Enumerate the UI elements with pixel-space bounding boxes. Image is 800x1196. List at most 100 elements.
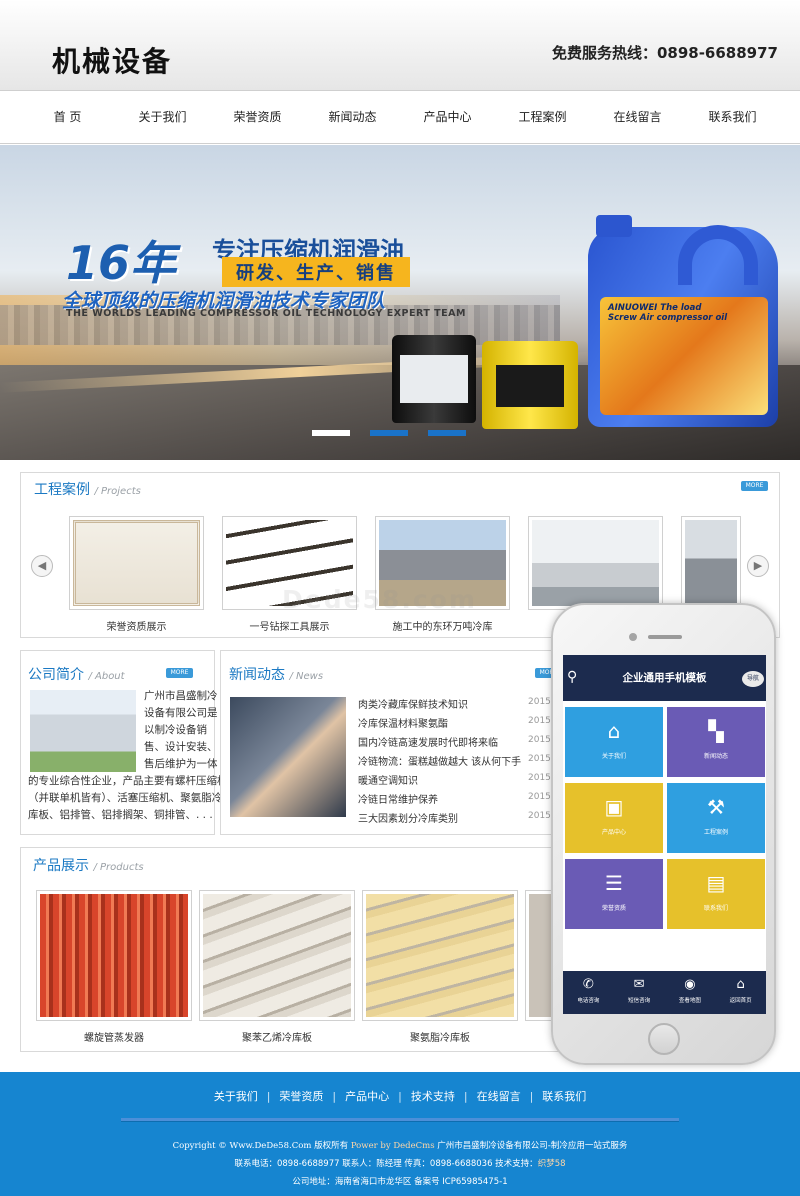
phone-home-button[interactable] <box>648 1023 680 1055</box>
footer-copyright: Copyright © Www.DeDe58.Com 版权所有 Power by… <box>172 1141 628 1151</box>
news-item[interactable]: 冷链物流：蛋糕越做越大 该从何下手 <box>358 753 521 768</box>
slider-dot-2[interactable] <box>370 430 408 436</box>
footer-contact: 联系电话：0898-6688977 联系人：陈经理 传真：0898-668803… <box>234 1159 566 1169</box>
bag-icon: ▣ <box>604 795 624 819</box>
news-item[interactable]: 冷库保温材料聚氨酯 <box>358 715 448 730</box>
hero-banner[interactable]: 16年 专注压缩机润滑油 研发、生产、销售 全球顶级的压缩机润滑油技术专家团队 … <box>0 145 800 460</box>
header: 机械设备 免费服务热线：0898-6688977 <box>0 0 800 90</box>
map-pin-icon: ◉ <box>684 977 696 992</box>
mobile-bar-map[interactable]: ◉ 查看地图 <box>665 971 716 1014</box>
chevron-right-icon[interactable]: ▶ <box>747 555 769 577</box>
footer-link-about[interactable]: 关于我们 <box>205 1090 267 1103</box>
phone-camera <box>629 633 637 641</box>
news-item[interactable]: 国内冷链高速发展时代即将来临 <box>358 734 498 749</box>
product-image <box>529 894 551 1017</box>
about-text-side: 广州市昌盛制冷 设备有限公司是 以制冷设备销 售、设计安装、 售后维护为一体 <box>144 690 218 770</box>
nav-item-news[interactable]: 新闻动态 <box>305 91 400 143</box>
product-item[interactable]: 聚苯乙烯冷库板 <box>199 890 355 1044</box>
mobile-tile-about[interactable]: ⌂ 关于我们 <box>565 707 663 777</box>
black-oil-bucket <box>392 335 476 423</box>
nav-item-home[interactable]: 首 页 <box>20 91 115 143</box>
projects-heading: 工程案例 / Projects <box>34 482 141 498</box>
cold-room-interior-image <box>532 520 659 606</box>
warehouse-image <box>685 520 737 606</box>
banner-subtitle: 研发、生产、销售 <box>222 257 410 287</box>
slider-dot-3[interactable] <box>428 430 466 436</box>
document-icon: ☰ <box>605 871 623 895</box>
eps-panel-image <box>203 894 351 1017</box>
banner-headline: 16年 <box>66 236 177 290</box>
footer-link-message[interactable]: 在线留言 <box>468 1090 530 1103</box>
mobile-bar-sms[interactable]: ✉ 短信咨询 <box>614 971 665 1014</box>
home-icon: ⌂ <box>736 977 745 992</box>
nav-item-message[interactable]: 在线留言 <box>590 91 685 143</box>
pu-panel-image <box>366 894 514 1017</box>
factory-image <box>30 690 136 772</box>
footer-nav: 关于我们 | 荣誉资质 | 产品中心 | 技术支持 | 在线留言 | 联系我们 <box>0 1088 800 1104</box>
news-item[interactable]: 肉类冷藏库保鲜技术知识 <box>358 696 468 711</box>
handshake-image <box>230 697 346 817</box>
mobile-title: 企业通用手机模板 <box>622 672 707 684</box>
main-nav: 首 页 关于我们 荣誉资质 新闻动态 产品中心 工程案例 在线留言 联系我们 <box>0 90 800 144</box>
notebook-icon: ▤ <box>706 871 726 895</box>
mobile-bar-home[interactable]: ⌂ 返回首页 <box>715 971 766 1014</box>
footer-link-contact[interactable]: 联系我们 <box>533 1090 595 1103</box>
mobile-nav-button[interactable]: 导航 <box>742 671 764 687</box>
product-item[interactable]: 聚氨脂冷库板 <box>362 890 518 1044</box>
powered-by-link[interactable]: Power by DedeCms <box>351 1141 435 1151</box>
watermark: Dede58.com <box>282 585 477 614</box>
jug-label-line2: Screw Air compressor oil <box>608 313 728 323</box>
products-heading: 产品展示 / Products <box>33 858 144 874</box>
envelope-icon: ✉ <box>633 977 645 992</box>
mobile-tile-honors[interactable]: ☰ 荣誉资质 <box>565 859 663 929</box>
phone-icon: ✆ <box>582 977 594 992</box>
chevron-left-icon[interactable]: ◀ <box>31 555 53 577</box>
nav-item-contact[interactable]: 联系我们 <box>685 91 780 143</box>
nav-item-honors[interactable]: 荣誉资质 <box>210 91 305 143</box>
slider-dots <box>312 430 466 436</box>
blue-oil-jug: AINUOWEI The load Screw Air compressor o… <box>588 215 778 427</box>
nav-item-about[interactable]: 关于我们 <box>115 91 210 143</box>
mobile-template-preview: ⚲ 企业通用手机模板 导航 ⌂ 关于我们 ▚ 新闻动态 ▣ 产品中心 ⚒ 工程案… <box>551 603 776 1065</box>
project-item[interactable]: 荣誉资质展示 <box>69 516 204 633</box>
product-item[interactable]: 螺旋管蒸发器 <box>36 890 192 1044</box>
mobile-tile-contact[interactable]: ▤ 联系我们 <box>667 859 765 929</box>
mobile-tile-news[interactable]: ▚ 新闻动态 <box>667 707 765 777</box>
mobile-tile-products[interactable]: ▣ 产品中心 <box>565 783 663 853</box>
support-link[interactable]: 织梦58 <box>538 1159 566 1169</box>
project-item[interactable]: 一号钻探工具展示 <box>222 516 357 633</box>
jug-label-line1: AINUOWEI The load <box>608 303 702 313</box>
footer-link-honors[interactable]: 荣誉资质 <box>270 1090 332 1103</box>
news-heading: 新闻动态 / News <box>229 667 324 683</box>
project-item[interactable]: 施工中的东环万吨冷库 <box>375 516 510 633</box>
about-heading: 公司简介 / About <box>28 667 125 683</box>
mobile-header: ⚲ 企业通用手机模板 导航 <box>563 655 766 701</box>
footer-link-support[interactable]: 技术支持 <box>402 1090 464 1103</box>
slider-dot-1[interactable] <box>312 430 350 436</box>
footer: 关于我们 | 荣誉资质 | 产品中心 | 技术支持 | 在线留言 | 联系我们 Copyright … <box>0 1072 800 1196</box>
grid-icon: ▚ <box>708 719 724 743</box>
footer-address: 公司地址：海南省海口市龙华区 备案号 ICP65985475-1 <box>292 1177 508 1187</box>
news-item[interactable]: 三大因素划分冷库类别 <box>358 810 458 825</box>
phone-speaker <box>648 635 682 639</box>
news-item[interactable]: 暖通空调知识 <box>358 772 418 787</box>
about-more-button[interactable]: MORE <box>166 668 193 678</box>
about-text-full: 的专业综合性企业，产品主要有螺杆压缩机 （并联单机皆有）、活塞压缩机、聚氨脂冷 … <box>28 775 228 821</box>
spiral-evaporator-image <box>40 894 188 1017</box>
site-logo-title[interactable]: 机械设备 <box>52 40 172 80</box>
certificate-image <box>73 520 200 606</box>
phone-screen: ⚲ 企业通用手机模板 导航 ⌂ 关于我们 ▚ 新闻动态 ▣ 产品中心 ⚒ 工程案… <box>563 655 766 1014</box>
yellow-oil-bucket <box>482 341 578 429</box>
mobile-bar-phone[interactable]: ✆ 电话咨询 <box>563 971 614 1014</box>
mobile-bottom-bar: ✆ 电话咨询 ✉ 短信咨询 ◉ 查看地图 ⌂ 返回首页 <box>563 971 766 1014</box>
banner-slogan-en: THE WORLDS LEADING COMPRESSOR OIL TECHNO… <box>66 308 466 319</box>
nav-item-projects[interactable]: 工程案例 <box>495 91 590 143</box>
news-item[interactable]: 冷链日常维护保养 <box>358 791 438 806</box>
footer-link-products[interactable]: 产品中心 <box>336 1090 398 1103</box>
home-icon: ⌂ <box>607 719 621 743</box>
projects-more-button[interactable]: MORE <box>741 481 768 491</box>
gavel-icon: ⚒ <box>707 795 725 819</box>
service-hotline: 免费服务热线：0898-6688977 <box>551 44 778 62</box>
nav-item-products[interactable]: 产品中心 <box>400 91 495 143</box>
mobile-tile-projects[interactable]: ⚒ 工程案例 <box>667 783 765 853</box>
